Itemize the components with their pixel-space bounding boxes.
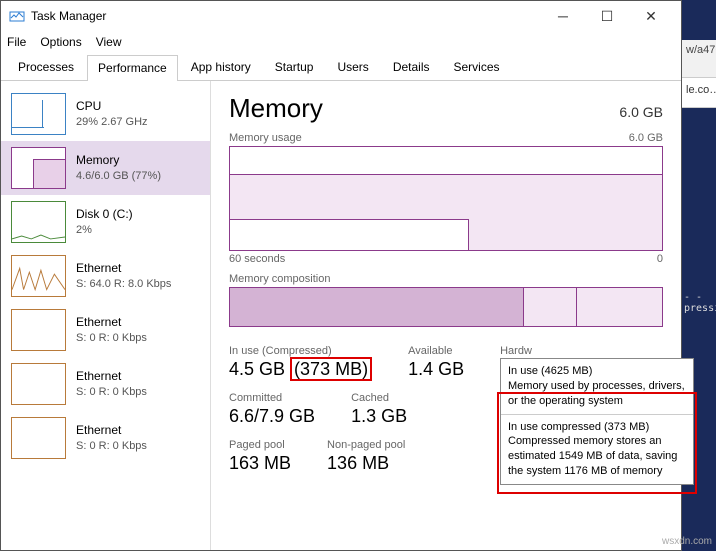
stat-committed-label: Committed bbox=[229, 392, 315, 404]
sidebar-sublabel: S: 0 R: 0 Kbps bbox=[76, 331, 147, 345]
ethernet-thumbnail bbox=[11, 417, 66, 459]
stat-paged-label: Paged pool bbox=[229, 439, 291, 451]
disk-thumbnail bbox=[11, 201, 66, 243]
sidebar-label: Ethernet bbox=[76, 315, 147, 331]
close-button[interactable]: ✕ bbox=[629, 1, 673, 31]
sidebar-sublabel: S: 64.0 R: 8.0 Kbps bbox=[76, 277, 171, 291]
stat-cached-label: Cached bbox=[351, 392, 407, 404]
memory-usage-chart[interactable] bbox=[229, 146, 663, 251]
tab-processes[interactable]: Processes bbox=[7, 54, 85, 80]
chart-axis-right: 0 bbox=[657, 253, 663, 265]
sidebar-label: Ethernet bbox=[76, 261, 171, 277]
ethernet-thumbnail bbox=[11, 309, 66, 351]
stat-inuse-label: In use (Compressed) bbox=[229, 345, 372, 357]
sidebar-sublabel: S: 0 R: 0 Kbps bbox=[76, 439, 147, 453]
usage-chart-label: Memory usage bbox=[229, 132, 302, 144]
sidebar: CPU29% 2.67 GHz Memory4.6/6.0 GB (77%) D… bbox=[1, 81, 211, 550]
tab-users[interactable]: Users bbox=[326, 54, 379, 80]
sidebar-item-memory[interactable]: Memory4.6/6.0 GB (77%) bbox=[1, 141, 210, 195]
tab-app-history[interactable]: App history bbox=[180, 54, 262, 80]
minimize-button[interactable]: ─ bbox=[541, 1, 585, 31]
stat-available-value: 1.4 GB bbox=[408, 359, 464, 380]
watermark: wsxdn.com bbox=[662, 536, 712, 547]
tab-performance[interactable]: Performance bbox=[87, 55, 178, 81]
sidebar-item-cpu[interactable]: CPU29% 2.67 GHz bbox=[1, 87, 210, 141]
task-manager-icon bbox=[9, 8, 25, 24]
sidebar-label: Ethernet bbox=[76, 423, 147, 439]
menu-view[interactable]: View bbox=[96, 35, 122, 49]
stat-committed-value: 6.6/7.9 GB bbox=[229, 406, 315, 427]
titlebar[interactable]: Task Manager ─ ☐ ✕ bbox=[1, 1, 681, 31]
tabbar: Processes Performance App history Startu… bbox=[1, 53, 681, 81]
sidebar-sublabel: 29% 2.67 GHz bbox=[76, 115, 148, 129]
tab-startup[interactable]: Startup bbox=[264, 54, 325, 80]
memory-tooltip: In use (4625 MB) Memory used by processe… bbox=[500, 358, 694, 485]
stat-available-label: Available bbox=[408, 345, 464, 357]
sidebar-label: Disk 0 (C:) bbox=[76, 207, 133, 223]
tab-details[interactable]: Details bbox=[382, 54, 441, 80]
chart-axis-left: 60 seconds bbox=[229, 253, 285, 265]
sidebar-label: Memory bbox=[76, 153, 161, 169]
sidebar-sublabel: 4.6/6.0 GB (77%) bbox=[76, 169, 161, 183]
background-browser-tab: w/a4768 bbox=[682, 40, 716, 78]
memory-composition-chart[interactable] bbox=[229, 287, 663, 327]
background-url-bar: le.co… bbox=[682, 78, 716, 108]
stat-nonpaged-value: 136 MB bbox=[327, 453, 405, 474]
sidebar-label: CPU bbox=[76, 99, 148, 115]
cpu-thumbnail bbox=[11, 93, 66, 135]
stat-compressed-highlight: (373 MB) bbox=[290, 357, 372, 381]
sidebar-item-ethernet-1[interactable]: EthernetS: 64.0 R: 8.0 Kbps bbox=[1, 249, 210, 303]
sidebar-item-ethernet-3[interactable]: EthernetS: 0 R: 0 Kbps bbox=[1, 357, 210, 411]
tooltip-inuse-title: In use (4625 MB) bbox=[508, 364, 686, 379]
sidebar-item-ethernet-2[interactable]: EthernetS: 0 R: 0 Kbps bbox=[1, 303, 210, 357]
sidebar-sublabel: S: 0 R: 0 Kbps bbox=[76, 385, 147, 399]
page-title: Memory bbox=[229, 93, 323, 124]
sidebar-label: Ethernet bbox=[76, 369, 147, 385]
tooltip-compressed-title: In use compressed (373 MB) bbox=[508, 420, 686, 435]
stat-cached-value: 1.3 GB bbox=[351, 406, 407, 427]
tab-services[interactable]: Services bbox=[443, 54, 511, 80]
memory-thumbnail bbox=[11, 147, 66, 189]
stat-inuse-value: 4.5 GB (373 MB) bbox=[229, 359, 372, 380]
menu-file[interactable]: File bbox=[7, 35, 26, 49]
maximize-button[interactable]: ☐ bbox=[585, 1, 629, 31]
stat-nonpaged-label: Non-paged pool bbox=[327, 439, 405, 451]
ethernet-thumbnail bbox=[11, 363, 66, 405]
background-terminal: - - pressio bbox=[682, 290, 716, 350]
stat-hardware-label: Hardw bbox=[500, 345, 532, 357]
sidebar-item-ethernet-4[interactable]: EthernetS: 0 R: 0 Kbps bbox=[1, 411, 210, 465]
tooltip-compressed-desc: Compressed memory stores an estimated 15… bbox=[508, 434, 686, 479]
sidebar-sublabel: 2% bbox=[76, 223, 133, 237]
composition-label: Memory composition bbox=[229, 273, 330, 285]
menubar: File Options View bbox=[1, 31, 681, 53]
stat-paged-value: 163 MB bbox=[229, 453, 291, 474]
memory-total: 6.0 GB bbox=[619, 104, 663, 120]
sidebar-item-disk[interactable]: Disk 0 (C:)2% bbox=[1, 195, 210, 249]
tooltip-inuse-desc: Memory used by processes, drivers, or th… bbox=[508, 379, 686, 409]
menu-options[interactable]: Options bbox=[40, 35, 81, 49]
ethernet-thumbnail bbox=[11, 255, 66, 297]
window-title: Task Manager bbox=[31, 9, 541, 23]
usage-chart-max: 6.0 GB bbox=[629, 132, 663, 144]
